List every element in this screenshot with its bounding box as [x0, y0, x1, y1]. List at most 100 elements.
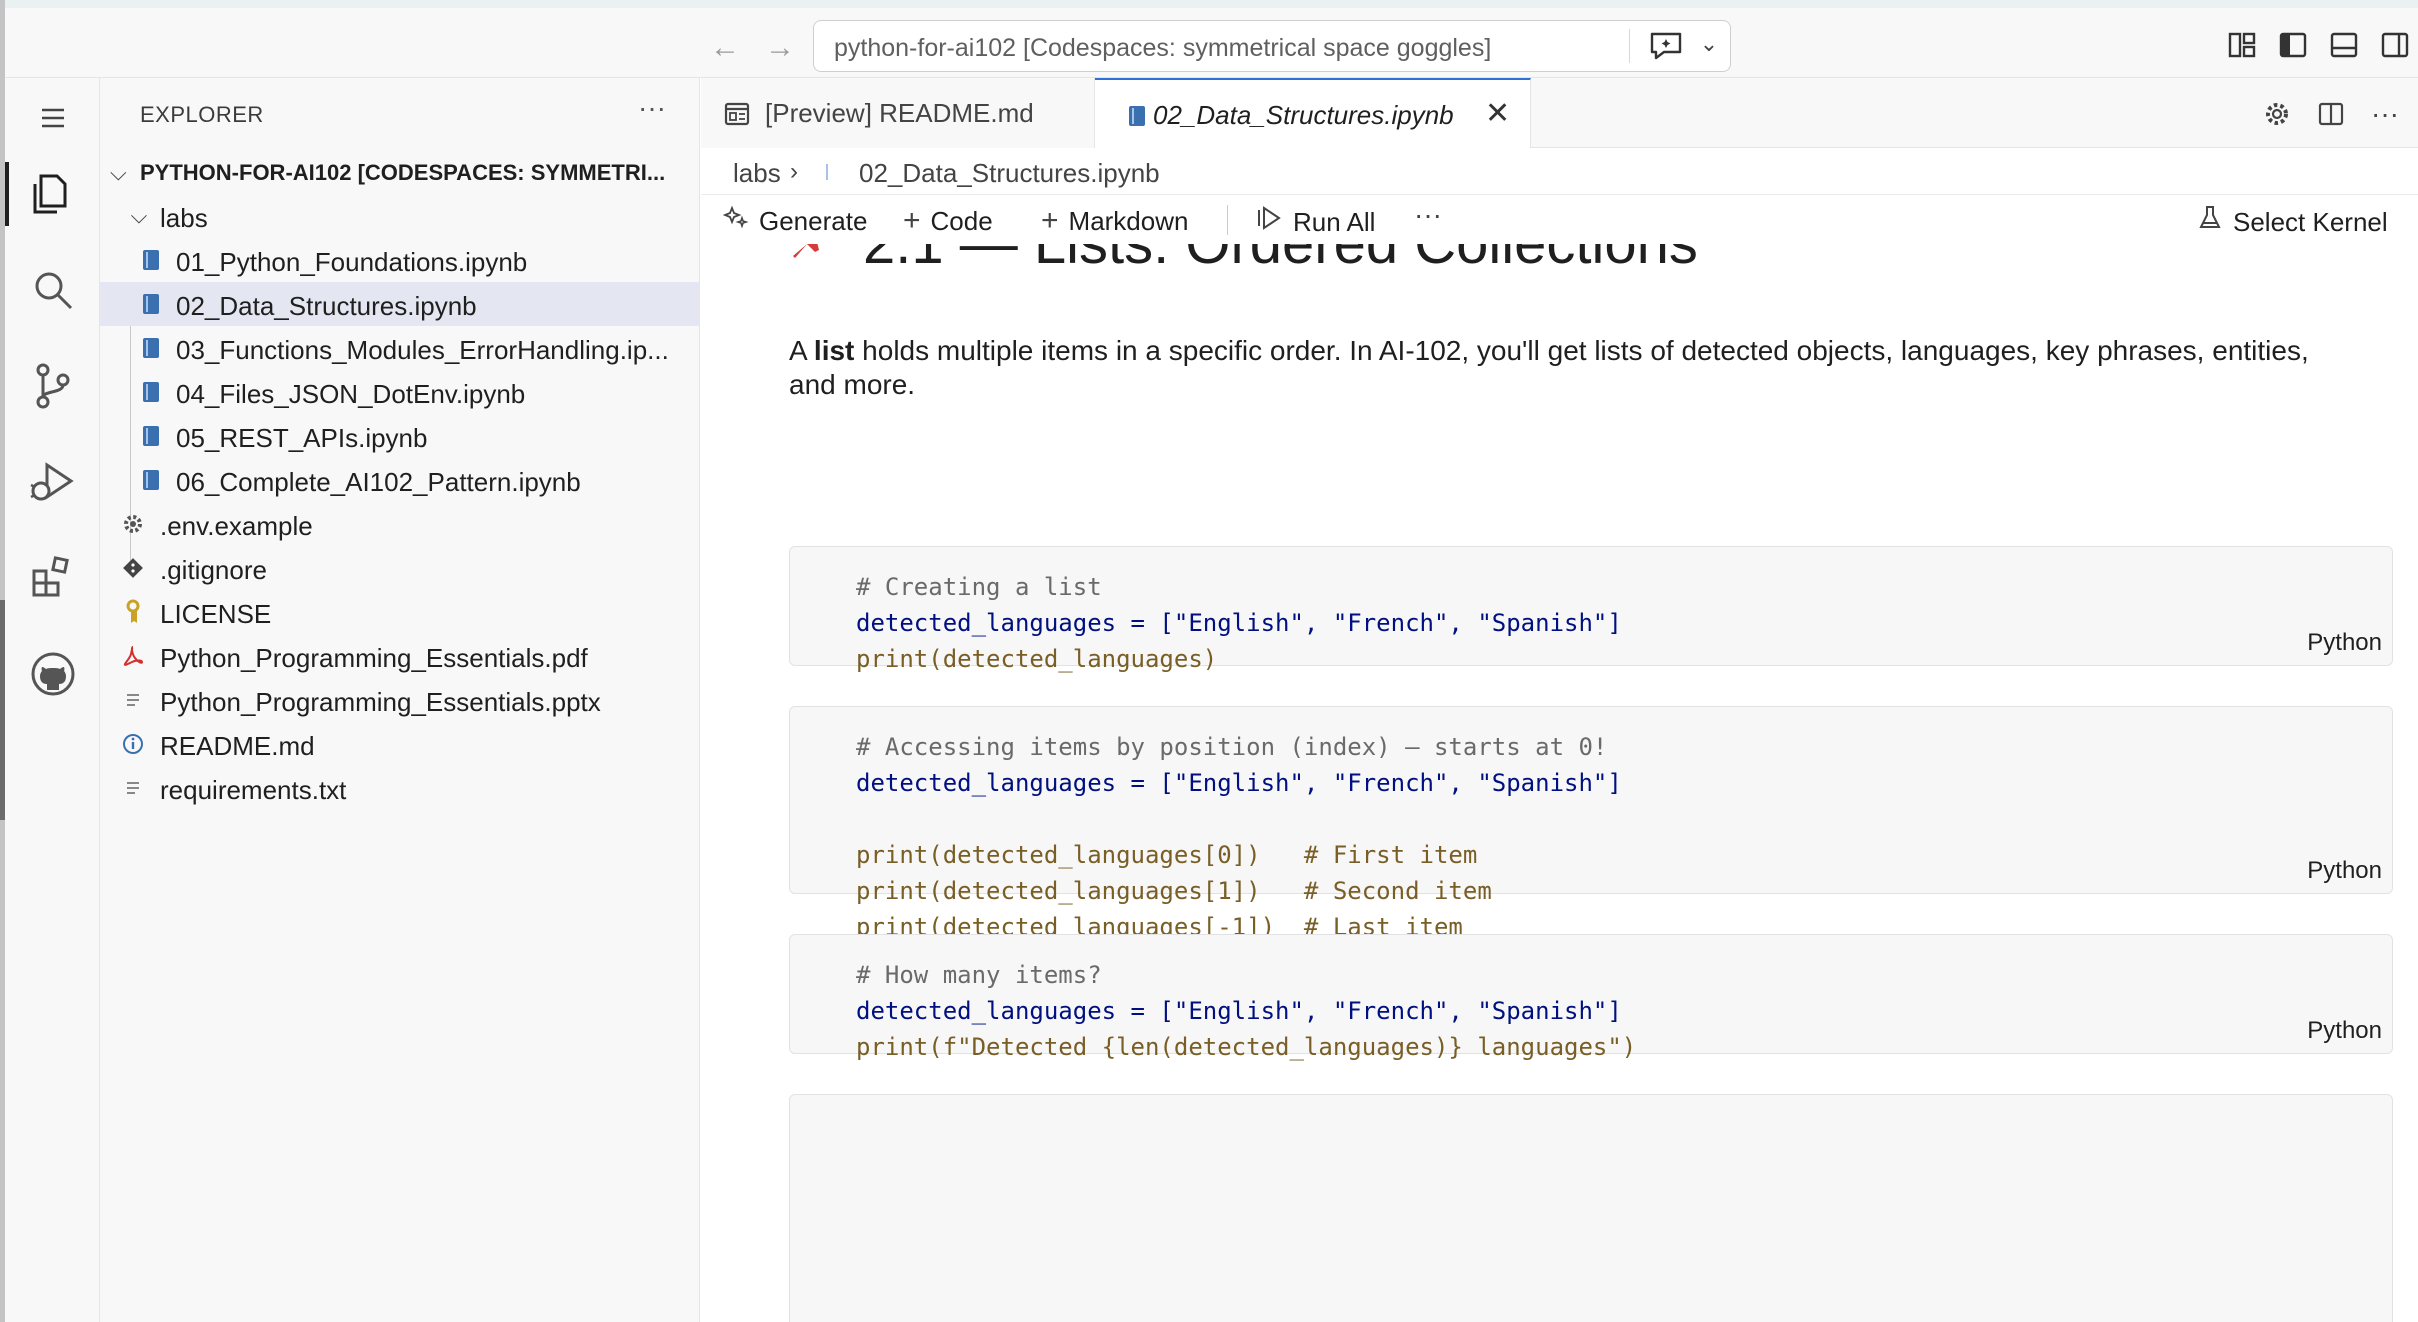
breadcrumb: labs › 02_Data_Structures.ipynb	[701, 148, 2418, 194]
cell-language-label[interactable]: Python	[2307, 629, 2382, 657]
plus-icon: +	[903, 204, 921, 237]
toggle-secondary-sidebar-icon[interactable]	[2380, 30, 2410, 60]
file-item[interactable]: README.md	[100, 722, 700, 766]
file-label: .gitignore	[160, 555, 267, 585]
para-text: A	[789, 335, 814, 366]
file-item[interactable]: Python_Programming_Essentials.pptx	[100, 678, 700, 722]
more-actions-icon[interactable]: ···	[2369, 98, 2401, 130]
file-item[interactable]: LICENSE	[100, 590, 700, 634]
heading-text: 2.1 — Lists: Ordered Collections	[863, 244, 1698, 276]
code-cell[interactable]: # Creating a list detected_languages = […	[789, 546, 2393, 673]
customize-layout-icon[interactable]	[2227, 30, 2257, 60]
split-editor-icon[interactable]	[2315, 98, 2347, 130]
code-cell[interactable]: # Accessing items by position (index) — …	[789, 706, 2393, 941]
preview-icon	[723, 100, 751, 128]
plus-icon: +	[1041, 204, 1059, 237]
command-center-divider	[1629, 29, 1630, 63]
file-item[interactable]: Python_Programming_Essentials.pdf	[100, 634, 700, 678]
breadcrumb-folder[interactable]: labs	[733, 158, 781, 189]
file-item[interactable]: .env.example	[100, 502, 700, 546]
file-label: 06_Complete_AI102_Pattern.ipynb	[176, 467, 581, 497]
tab-label: [Preview] README.md	[765, 98, 1034, 128]
code-line: detected_languages = ["English", "French…	[856, 769, 1622, 797]
generate-label: Generate	[759, 205, 868, 236]
source-control-icon[interactable]	[5, 346, 100, 426]
toggle-panel-icon[interactable]	[2329, 30, 2359, 60]
command-center-label: python-for-ai102 [Codespaces: symmetrica…	[834, 34, 1492, 62]
add-code-cell-button[interactable]: + Code	[903, 204, 993, 238]
file-label: requirements.txt	[160, 775, 347, 805]
text-file-icon	[120, 687, 146, 713]
code-editor[interactable]: # Accessing items by position (index) — …	[856, 729, 1622, 945]
file-label: 02_Data_Structures.ipynb	[176, 291, 477, 321]
github-icon[interactable]	[5, 634, 100, 714]
file-item[interactable]: .gitignore	[100, 546, 700, 590]
file-label: .env.example	[160, 511, 313, 541]
breadcrumb-file[interactable]: 02_Data_Structures.ipynb	[859, 158, 1160, 189]
explorer-title: EXPLORER	[140, 102, 264, 127]
para-bold-term: list	[813, 335, 855, 366]
workspace-root[interactable]: ⌵ PYTHON-FOR-AI102 [CODESPACES: SYMMETRI…	[100, 152, 700, 194]
file-item[interactable]: 04_Files_JSON_DotEnv.ipynb	[100, 370, 700, 414]
folder-label: labs	[160, 203, 208, 233]
toggle-primary-sidebar-icon[interactable]	[2278, 30, 2308, 60]
forward-arrow-icon[interactable]: →	[760, 28, 800, 68]
folder-labs[interactable]: ⌵ labs	[100, 194, 700, 238]
file-item-selected[interactable]: 02_Data_Structures.ipynb	[100, 282, 700, 326]
add-markdown-cell-button[interactable]: + Markdown	[1041, 204, 1188, 238]
cell-language-label[interactable]: Python	[2307, 1017, 2382, 1045]
sparkle-icon	[722, 204, 749, 238]
toolbar-divider	[1227, 205, 1228, 235]
file-label: 01_Python_Foundations.ipynb	[176, 247, 528, 277]
file-item[interactable]: requirements.txt	[100, 766, 700, 810]
file-item[interactable]: 06_Complete_AI102_Pattern.ipynb	[100, 458, 700, 502]
pdf-file-icon	[120, 643, 146, 669]
command-center[interactable]: python-for-ai102 [Codespaces: symmetrica…	[813, 20, 1731, 72]
code-line: # How many items?	[856, 961, 1102, 989]
file-item[interactable]: 05_REST_APIs.ipynb	[100, 414, 700, 458]
file-label: LICENSE	[160, 599, 272, 629]
explorer-sidebar: EXPLORER ··· ⌵ PYTHON-FOR-AI102 [CODESPA…	[100, 78, 700, 1322]
file-item[interactable]: 01_Python_Foundations.ipynb	[100, 238, 700, 282]
run-all-button[interactable]: Run All	[1255, 204, 1375, 240]
markdown-label: Markdown	[1068, 205, 1189, 236]
code-line: print(detected_languages)	[856, 645, 1218, 673]
code-line: print(f"Detected {len(detected_languages…	[856, 1033, 1637, 1061]
copilot-chat-icon[interactable]	[1646, 29, 1686, 63]
generate-button[interactable]: Generate	[722, 204, 868, 238]
tab-data-structures[interactable]: 02_Data_Structures.ipynb ✕	[1095, 78, 1531, 149]
code-line: print(detected_languages[1]) # Second it…	[856, 877, 1492, 905]
title-bar: ← → python-for-ai102 [Codespaces: symmet…	[5, 0, 2418, 78]
notebook-file-icon	[138, 423, 164, 449]
search-icon[interactable]	[5, 250, 100, 330]
file-label: 05_REST_APIs.ipynb	[176, 423, 428, 453]
chevron-right-icon: ›	[790, 158, 798, 185]
gear-icon	[120, 511, 146, 537]
more-actions-icon[interactable]: ···	[638, 92, 666, 124]
close-icon[interactable]: ✕	[1485, 96, 1510, 131]
run-all-label: Run All	[1293, 206, 1376, 237]
run-debug-icon[interactable]	[5, 442, 100, 522]
tab-readme-preview[interactable]: [Preview] README.md	[701, 78, 1095, 148]
extensions-icon[interactable]	[5, 538, 100, 618]
cell-language-label[interactable]: Python	[2307, 857, 2382, 885]
notebook-file-icon	[138, 335, 164, 361]
menu-icon[interactable]	[5, 78, 100, 158]
explorer-files-icon[interactable]	[5, 154, 100, 234]
back-arrow-icon[interactable]: ←	[705, 28, 745, 68]
code-cell[interactable]	[789, 1094, 2393, 1322]
chevron-down-icon: ⌵	[130, 203, 148, 228]
settings-gear-icon[interactable]	[2261, 98, 2293, 130]
tab-bar: [Preview] README.md 02_Data_Structures.i…	[701, 78, 2418, 149]
text-file-icon	[120, 775, 146, 801]
file-item[interactable]: 03_Functions_Modules_ErrorHandling.ip...	[100, 326, 700, 370]
code-editor[interactable]: # How many items? detected_languages = […	[856, 957, 1636, 1065]
more-actions-icon[interactable]: ···	[1414, 199, 1442, 231]
chevron-down-icon[interactable]: ⌄	[1694, 31, 1724, 61]
code-cell[interactable]: # How many items? detected_languages = […	[789, 934, 2393, 1061]
file-label: 03_Functions_Modules_ErrorHandling.ip...	[176, 335, 669, 365]
code-editor[interactable]: # Creating a list detected_languages = […	[856, 569, 1622, 677]
select-kernel-button[interactable]: Select Kernel	[2197, 204, 2388, 240]
pushpin-icon	[789, 244, 837, 277]
code-line: print(detected_languages[0]) # First ite…	[856, 841, 1478, 869]
